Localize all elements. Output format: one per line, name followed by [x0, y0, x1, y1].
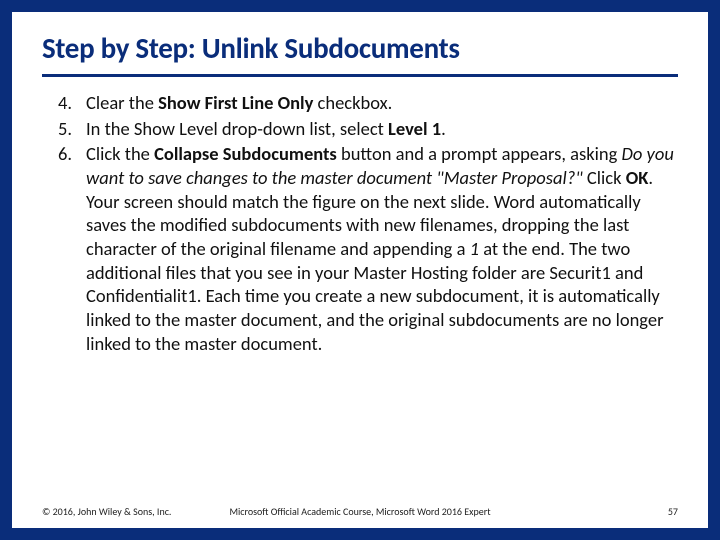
list-item: 5.In the Show Level drop-down list, sele… [42, 117, 678, 141]
item-text: In the Show Level drop-down list, select… [86, 117, 678, 141]
item-number: 6. [42, 142, 86, 355]
slide-body: 4.Clear the Show First Line Only checkbo… [42, 91, 678, 499]
list-item: 4.Clear the Show First Line Only checkbo… [42, 91, 678, 115]
slide-footer: © 2016, John Wiley & Sons, Inc. Microsof… [42, 499, 678, 518]
item-text: Clear the Show First Line Only checkbox. [86, 91, 678, 115]
slide-title: Step by Step: Unlink Subdocuments [42, 30, 678, 77]
item-text: Click the Collapse Subdocuments button a… [86, 142, 678, 355]
slide: Step by Step: Unlink Subdocuments 4.Clea… [12, 12, 708, 528]
footer-right: 57 [668, 505, 678, 518]
footer-left: © 2016, John Wiley & Sons, Inc. [42, 505, 171, 518]
item-number: 4. [42, 91, 86, 115]
item-number: 5. [42, 117, 86, 141]
step-list: 4.Clear the Show First Line Only checkbo… [42, 91, 678, 355]
list-item: 6.Click the Collapse Subdocuments button… [42, 142, 678, 355]
